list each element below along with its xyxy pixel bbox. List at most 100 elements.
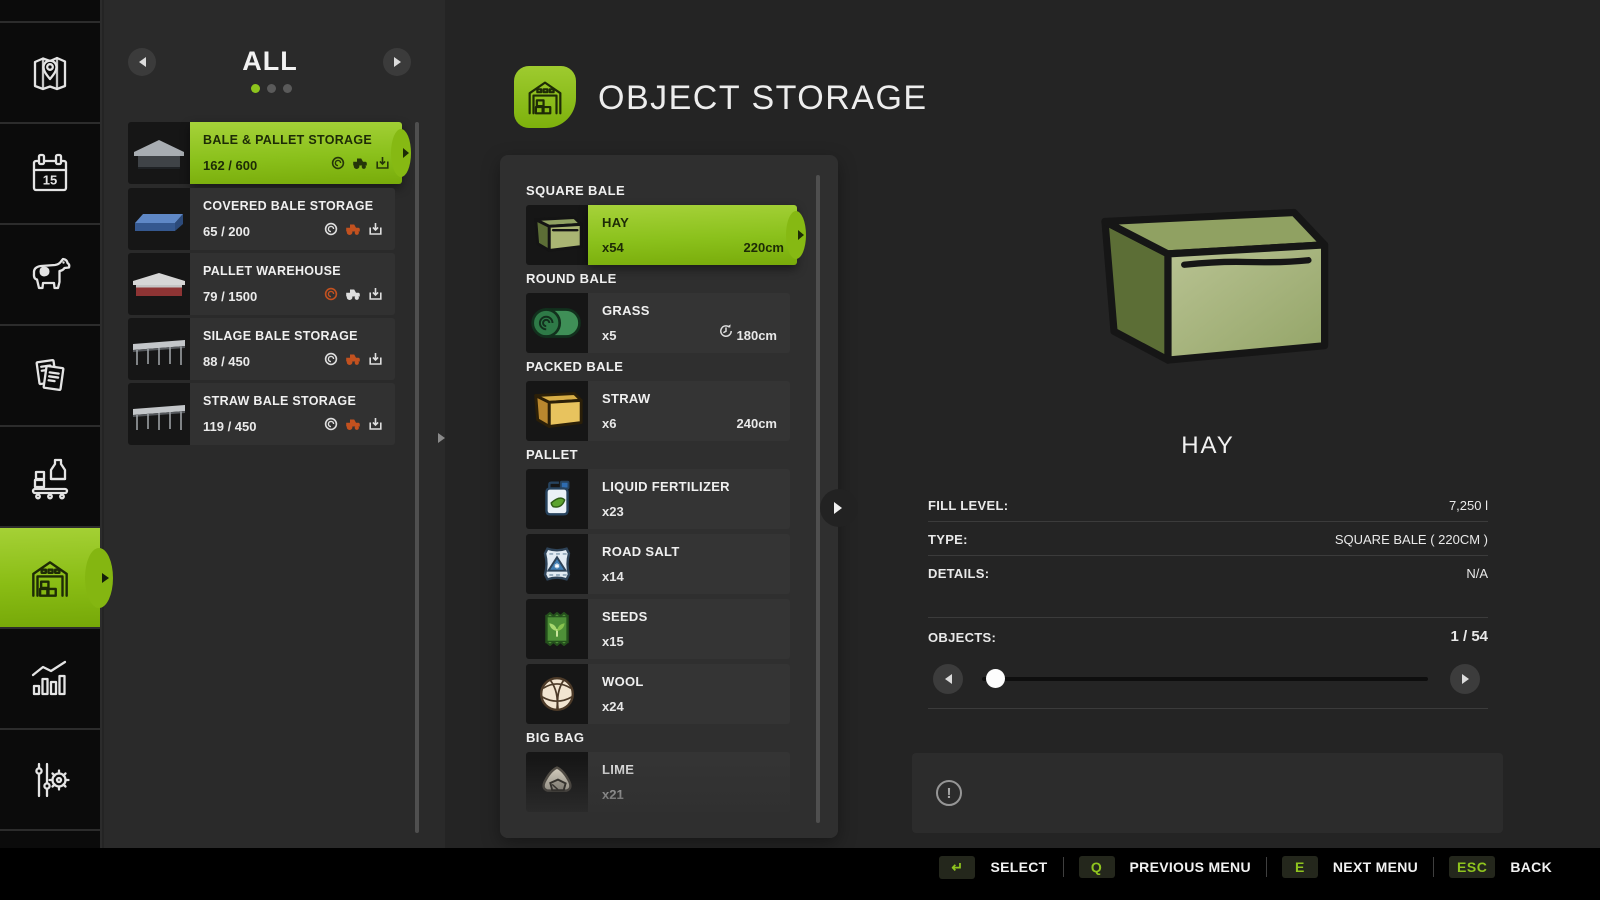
object-row-hay-selected[interactable]: HAY x54 220cm bbox=[526, 205, 790, 265]
sidebar-item-settings[interactable] bbox=[0, 730, 100, 829]
divider bbox=[928, 617, 1488, 618]
game-menu-screen: 15 bbox=[0, 0, 1600, 900]
object-storage-app-icon bbox=[514, 66, 576, 128]
settings-icon bbox=[26, 756, 74, 804]
panel-edge-chevron-right-icon[interactable] bbox=[438, 433, 445, 443]
storage-item-title: SILAGE BALE STORAGE bbox=[203, 329, 358, 343]
object-count: x23 bbox=[602, 504, 624, 519]
pagination-dot-3[interactable] bbox=[283, 84, 292, 93]
hay-bale-illustration bbox=[1078, 198, 1348, 380]
back-action-label[interactable]: BACK bbox=[1510, 859, 1552, 875]
section-header: PACKED BALE bbox=[526, 358, 838, 376]
lime-thumbnail bbox=[526, 752, 588, 812]
objects-next-button[interactable] bbox=[1450, 664, 1480, 694]
previous-menu-action-label[interactable]: PREVIOUS MENU bbox=[1130, 859, 1251, 875]
e-key[interactable]: E bbox=[1282, 856, 1318, 878]
object-count: x6 bbox=[602, 416, 616, 431]
storage-list-item-selected[interactable]: BALE & PALLET STORAGE 162 / 600 bbox=[128, 122, 395, 184]
section-header: ROUND BALE bbox=[526, 270, 838, 288]
chevron-right-icon bbox=[102, 573, 109, 583]
detail-row-details: DETAILS: N/A bbox=[928, 558, 1488, 588]
sidebar-item-calendar[interactable]: 15 bbox=[0, 124, 100, 223]
bale-icon bbox=[324, 287, 338, 306]
storage-list-item[interactable]: SILAGE BALE STORAGE 88 / 450 bbox=[128, 318, 395, 380]
storage-item-title: BALE & PALLET STORAGE bbox=[203, 133, 372, 147]
object-name: SEEDS bbox=[602, 609, 648, 624]
chevron-left-icon bbox=[945, 674, 952, 684]
page-title: OBJECT STORAGE bbox=[598, 79, 928, 118]
object-name: GRASS bbox=[602, 303, 650, 318]
sidebar-item-contracts[interactable] bbox=[0, 326, 100, 425]
detail-row-fill-level: FILL LEVEL: 7,250 l bbox=[928, 490, 1488, 520]
svg-text:15: 15 bbox=[43, 172, 57, 187]
object-size: 180cm bbox=[737, 328, 777, 343]
select-action-label[interactable]: SELECT bbox=[990, 859, 1047, 875]
seeds-thumbnail bbox=[526, 599, 588, 659]
unload-icon bbox=[368, 222, 383, 241]
detail-row-type: TYPE: SQUARE BALE ( 220CM ) bbox=[928, 524, 1488, 554]
object-row-lime[interactable]: LIME x21 bbox=[526, 752, 790, 812]
object-name: LIME bbox=[602, 762, 634, 777]
object-row-wool[interactable]: WOOL x24 bbox=[526, 664, 790, 724]
tractor-icon bbox=[345, 352, 361, 371]
object-count: x21 bbox=[602, 787, 624, 802]
object-row-liquid-fertilizer[interactable]: LIQUID FERTILIZER x23 bbox=[526, 469, 790, 529]
sidebar-item-map[interactable] bbox=[0, 23, 100, 122]
details-label: DETAILS: bbox=[928, 566, 989, 581]
objects-label: OBJECTS: bbox=[928, 630, 996, 645]
object-row-grass[interactable]: GRASS x5 180cm bbox=[526, 293, 790, 353]
object-count: x24 bbox=[602, 699, 624, 714]
storage-list-scrollbar[interactable] bbox=[415, 122, 419, 833]
esc-key[interactable]: ESC bbox=[1449, 856, 1495, 878]
storage-item-title: STRAW BALE STORAGE bbox=[203, 394, 356, 408]
divider bbox=[928, 708, 1488, 709]
sidebar-item-production[interactable] bbox=[0, 427, 100, 526]
next-menu-action-label[interactable]: NEXT MENU bbox=[1333, 859, 1418, 875]
objects-prev-button[interactable] bbox=[933, 664, 963, 694]
tractor-icon bbox=[345, 222, 361, 241]
category-next-button[interactable] bbox=[383, 48, 411, 76]
sidebar-tile-spacer-top bbox=[0, 0, 100, 21]
building-thumbnail bbox=[128, 188, 190, 250]
storage-item-count: 119 / 450 bbox=[203, 419, 257, 434]
object-row-road-salt[interactable]: ROAD SALT x14 bbox=[526, 534, 790, 594]
chevron-right-icon bbox=[403, 148, 409, 158]
tractor-icon bbox=[345, 417, 361, 436]
objects-slider-track[interactable] bbox=[982, 677, 1428, 681]
enter-key-icon[interactable]: ↵ bbox=[939, 856, 975, 879]
object-row-seeds[interactable]: SEEDS x15 bbox=[526, 599, 790, 659]
sidebar-item-statistics[interactable] bbox=[0, 629, 100, 728]
divider bbox=[1433, 857, 1434, 877]
objects-slider-knob[interactable] bbox=[986, 669, 1005, 688]
storage-list-item[interactable]: PALLET WAREHOUSE 79 / 1500 bbox=[128, 253, 395, 315]
pagination-dot-2[interactable] bbox=[267, 84, 276, 93]
type-value: SQUARE BALE ( 220CM ) bbox=[1335, 532, 1488, 547]
sidebar-item-storage-active[interactable] bbox=[0, 528, 100, 627]
main-menu-sidebar: 15 bbox=[0, 0, 102, 848]
storage-list-item[interactable]: STRAW BALE STORAGE 119 / 450 bbox=[128, 383, 395, 445]
divider bbox=[928, 555, 1488, 556]
fill-level-label: FILL LEVEL: bbox=[928, 498, 1008, 513]
object-name: ROAD SALT bbox=[602, 544, 680, 559]
details-value: N/A bbox=[1466, 566, 1488, 581]
info-exclamation-icon: ! bbox=[936, 780, 962, 806]
storage-list-item[interactable]: COVERED BALE STORAGE 65 / 200 bbox=[128, 188, 395, 250]
object-row-straw[interactable]: STRAW x6 240cm bbox=[526, 381, 790, 441]
chevron-right-icon bbox=[798, 230, 804, 240]
building-thumbnail bbox=[128, 122, 190, 184]
object-list-panel: SQUARE BALE HAY x54 220cm bbox=[500, 155, 838, 838]
object-size: 240cm bbox=[737, 416, 777, 431]
bale-icon bbox=[324, 417, 338, 436]
object-size: 220cm bbox=[744, 240, 784, 255]
panel-edge-chevron-right-icon[interactable] bbox=[834, 502, 842, 514]
unload-icon bbox=[375, 156, 390, 175]
q-key[interactable]: Q bbox=[1079, 856, 1115, 878]
object-name: LIQUID FERTILIZER bbox=[602, 479, 730, 494]
storage-item-title: COVERED BALE STORAGE bbox=[203, 199, 373, 213]
sidebar-item-animals[interactable] bbox=[0, 225, 100, 324]
building-thumbnail bbox=[128, 318, 190, 380]
map-icon bbox=[26, 49, 74, 97]
pagination-dot-1[interactable] bbox=[251, 84, 260, 93]
object-name: STRAW bbox=[602, 391, 650, 406]
object-list-scrollbar[interactable] bbox=[816, 175, 820, 823]
